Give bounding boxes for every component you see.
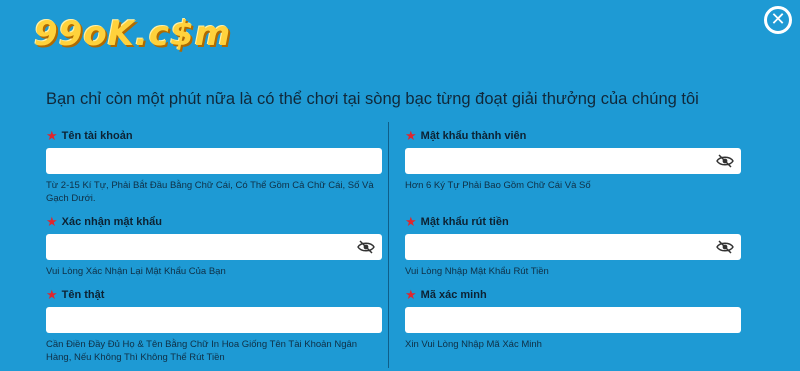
password-input[interactable] [405,148,741,174]
captcha-hint: Xin Vui Lòng Nhập Mã Xác Minh [405,339,542,350]
confirm-password-label-row: ★ Xác nhận mật khẩu [46,214,382,230]
confirm-password-input-box [46,234,382,260]
captcha-field-group: ★ Mã xác minh Xin Vui Lòng Nhập Mã Xác M… [405,287,741,351]
eye-off-icon[interactable] [715,153,735,169]
withdraw-password-field-group: ★ Mật khẩu rút tiền Vui Lòng Nhập Mật Kh… [405,214,741,278]
withdraw-password-label-row: ★ Mật khẩu rút tiền [405,214,741,230]
username-field-group: ★ Tên tài khoản Từ 2-15 Kí Tự, Phải Bắt … [46,128,382,205]
username-label-row: ★ Tên tài khoản [46,128,382,144]
password-label-row: ★ Mật khẩu thành viên [405,128,741,144]
required-star-icon: ★ [405,287,417,303]
username-hint: Từ 2-15 Kí Tự, Phải Bắt Đầu Bằng Chữ Cái… [46,180,374,204]
username-input-box [46,148,382,174]
confirm-password-field-group: ★ Xác nhận mật khẩu Vui Lòng Xác Nhận Lạ… [46,214,382,278]
brand-logo: 99oK.c$m [34,14,232,54]
withdraw-password-label: Mật khẩu rút tiền [420,216,509,228]
username-input[interactable] [46,148,382,174]
eye-off-icon[interactable] [356,239,376,255]
real-name-field-group: ★ Tên thật Cần Điền Đầy Đủ Họ & Tên Bằng… [46,287,382,364]
real-name-input[interactable] [46,307,382,333]
password-input-box [405,148,741,174]
page-headline: Bạn chỉ còn một phút nữa là có thể chơi … [46,90,699,108]
required-star-icon: ★ [405,128,417,144]
real-name-input-box [46,307,382,333]
captcha-input[interactable] [405,307,741,333]
withdraw-password-input-box [405,234,741,260]
required-star-icon: ★ [46,128,58,144]
close-button[interactable]: ✕ [764,6,792,34]
required-star-icon: ★ [46,287,58,303]
real-name-label-row: ★ Tên thật [46,287,382,303]
required-star-icon: ★ [46,214,58,230]
required-star-icon: ★ [405,214,417,230]
real-name-label: Tên thật [61,289,105,301]
username-label: Tên tài khoản [61,130,133,142]
password-hint: Hơn 6 Ký Tự Phải Bao Gồm Chữ Cái Và Số [405,180,591,191]
withdraw-password-input[interactable] [405,234,741,260]
real-name-hint: Cần Điền Đầy Đủ Họ & Tên Bằng Chữ In Hoa… [46,339,358,363]
captcha-label: Mã xác minh [420,289,487,301]
password-label: Mật khẩu thành viên [420,130,527,142]
withdraw-password-hint: Vui Lòng Nhập Mật Khẩu Rút Tiền [405,266,549,277]
password-field-group: ★ Mật khẩu thành viên Hơn 6 Ký Tự Phải B… [405,128,741,192]
column-divider [388,122,389,368]
confirm-password-label: Xác nhận mật khẩu [61,216,162,228]
confirm-password-input[interactable] [46,234,382,260]
confirm-password-hint: Vui Lòng Xác Nhận Lại Mật Khẩu Của Bạn [46,266,226,277]
captcha-label-row: ★ Mã xác minh [405,287,741,303]
eye-off-icon[interactable] [715,239,735,255]
captcha-input-box [405,307,741,333]
close-icon: ✕ [770,9,786,30]
